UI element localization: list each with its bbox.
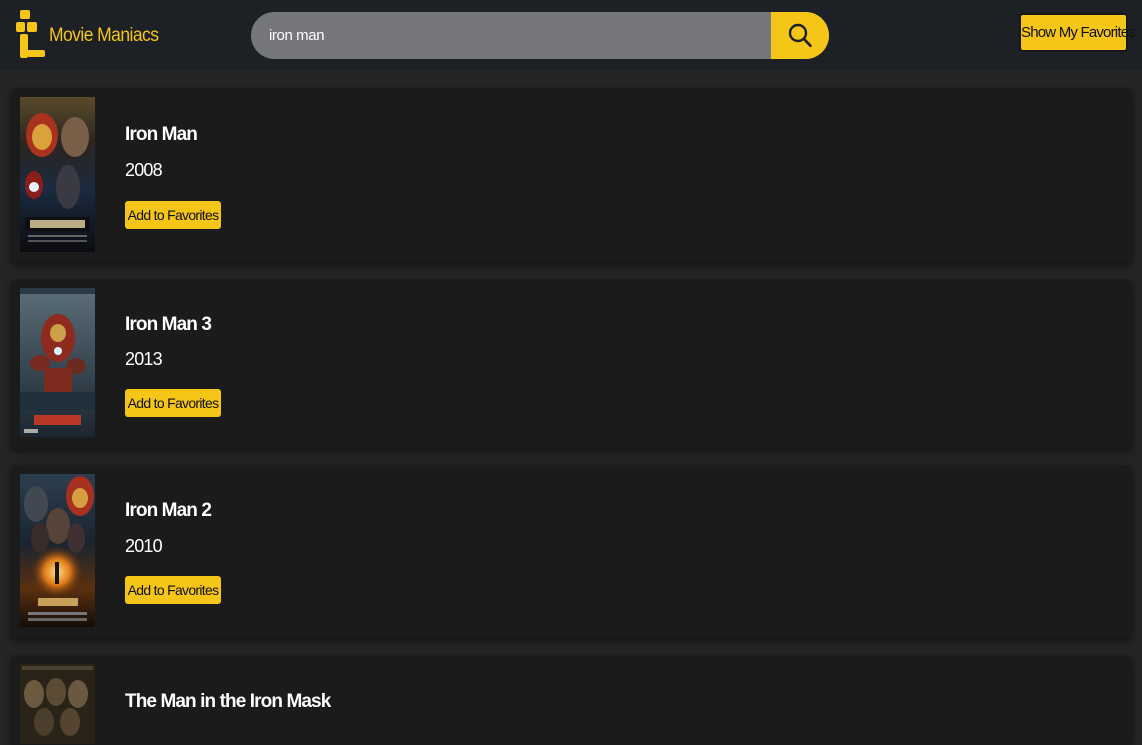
movie-card: The Man in the Iron Mask [11,655,1132,745]
search-icon [788,23,812,47]
search-input[interactable] [251,12,771,59]
add-to-favorites-button[interactable]: Add to Favorites [125,389,221,417]
movie-card: Iron Man 2008 Add to Favorites [11,88,1132,263]
show-favorites-button[interactable]: Show My Favorites [1019,13,1136,52]
movie-year: 2008 [125,160,163,180]
search-bar [251,12,829,59]
movie-card: Iron Man 3 2013 Add to Favorites [11,279,1132,449]
movie-poster[interactable] [20,97,95,252]
movie-title: The Man in the Iron Mask [125,691,331,712]
brand-name[interactable]: Movie Maniacs [49,25,159,47]
add-to-favorites-button[interactable]: Add to Favorites [125,576,221,604]
movie-poster[interactable] [20,474,95,627]
movie-poster[interactable] [20,664,95,744]
logo-icon [16,10,45,58]
add-to-favorites-button[interactable]: Add to Favorites [125,201,221,229]
movie-poster[interactable] [20,288,95,437]
movie-year: 2010 [125,536,163,556]
movie-title: Iron Man 2 [125,500,212,521]
search-button[interactable] [771,12,829,59]
movie-card: Iron Man 2 2010 Add to Favorites [11,465,1132,638]
movie-title: Iron Man 3 [125,314,212,335]
movie-title: Iron Man [125,124,198,145]
movie-year: 2013 [125,349,163,369]
top-bar: Movie Maniacs Show My Favorites [0,0,1142,70]
